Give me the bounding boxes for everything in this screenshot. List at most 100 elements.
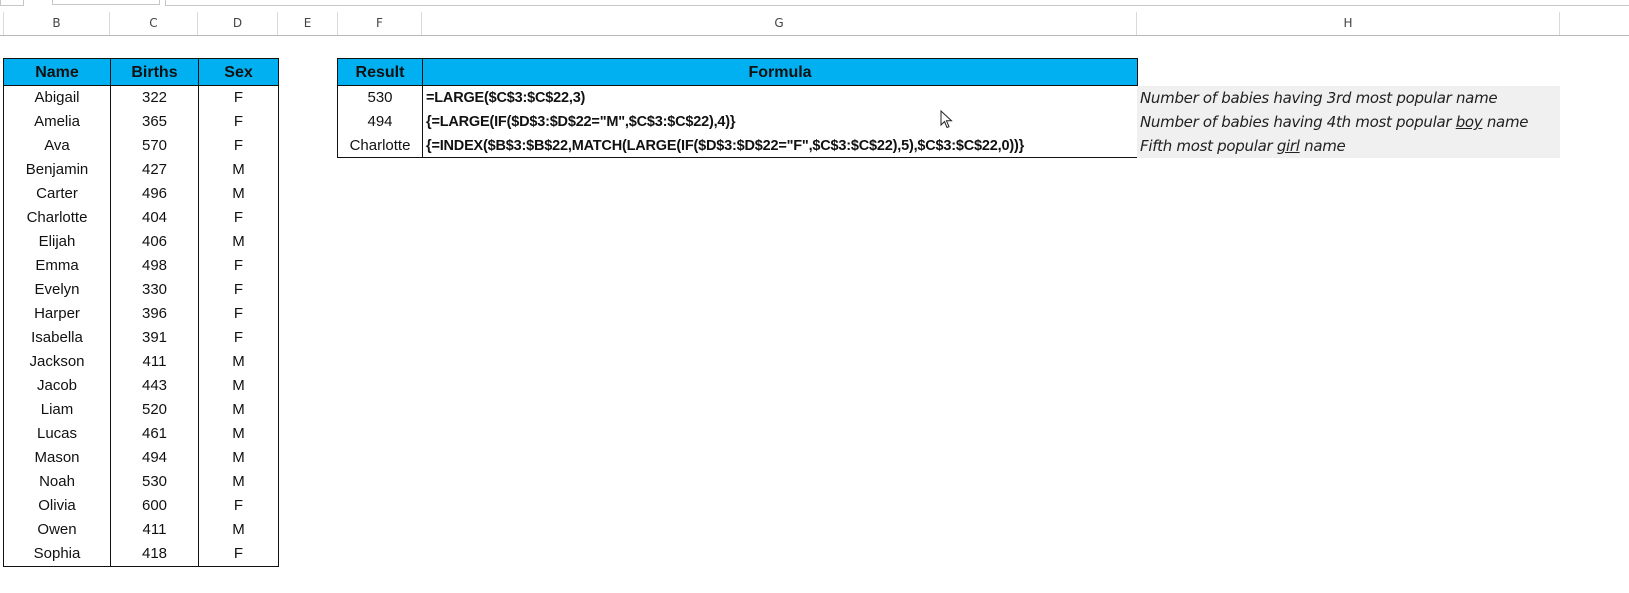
sex-cell[interactable]: M	[199, 158, 278, 182]
formula-buttons[interactable]	[52, 0, 160, 5]
sex-cell[interactable]: M	[199, 182, 278, 206]
description-text: Fifth most popular	[1140, 137, 1277, 155]
name-box[interactable]	[0, 0, 24, 6]
births-cell[interactable]: 427	[111, 158, 198, 182]
name-cell[interactable]: Amelia	[4, 110, 110, 134]
result-cell[interactable]: 494	[338, 110, 422, 134]
mouse-pointer-icon	[940, 110, 953, 129]
sex-cell[interactable]: F	[199, 134, 278, 158]
name-cell[interactable]: Olivia	[4, 494, 110, 518]
description-cell[interactable]: Number of babies having 3rd most popular…	[1137, 86, 1560, 110]
name-cell[interactable]: Jacob	[4, 374, 110, 398]
name-cell[interactable]: Liam	[4, 398, 110, 422]
name-cell[interactable]: Benjamin	[4, 158, 110, 182]
births-cell[interactable]: 396	[111, 302, 198, 326]
sex-cell[interactable]: F	[199, 302, 278, 326]
sex-cell[interactable]: F	[199, 254, 278, 278]
header-sex[interactable]: Sex	[198, 58, 279, 86]
sex-cell[interactable]: M	[199, 470, 278, 494]
births-cell[interactable]: 570	[111, 134, 198, 158]
births-cell[interactable]: 322	[111, 86, 198, 110]
formula-bar[interactable]	[165, 0, 1629, 6]
births-cell[interactable]: 600	[111, 494, 198, 518]
sex-cell[interactable]: M	[199, 446, 278, 470]
name-cell[interactable]: Emma	[4, 254, 110, 278]
sex-cell[interactable]: M	[199, 374, 278, 398]
table-border	[110, 85, 111, 567]
sex-cell[interactable]: F	[199, 326, 278, 350]
births-cell[interactable]: 496	[111, 182, 198, 206]
header-result[interactable]: Result	[337, 58, 423, 86]
births-cell[interactable]: 411	[111, 350, 198, 374]
name-cell[interactable]: Evelyn	[4, 278, 110, 302]
sex-cell[interactable]: F	[199, 206, 278, 230]
sex-cell[interactable]: F	[199, 278, 278, 302]
sex-cell[interactable]: F	[199, 542, 278, 566]
column-header-d[interactable]: D	[198, 12, 278, 35]
births-cell[interactable]: 411	[111, 518, 198, 542]
births-cell[interactable]: 443	[111, 374, 198, 398]
births-cell[interactable]: 494	[111, 446, 198, 470]
description-cell[interactable]: Number of babies having 4th most popular…	[1137, 110, 1560, 134]
name-cell[interactable]: Isabella	[4, 326, 110, 350]
births-cell[interactable]: 498	[111, 254, 198, 278]
table-border	[3, 85, 4, 567]
name-cell[interactable]: Mason	[4, 446, 110, 470]
table-border	[3, 566, 279, 567]
column-header-b[interactable]: B	[4, 12, 110, 35]
description-text: Number of babies having 4th most popular	[1140, 113, 1456, 131]
births-cell[interactable]: 406	[111, 230, 198, 254]
sex-cell[interactable]: M	[199, 398, 278, 422]
sex-cell[interactable]: F	[199, 86, 278, 110]
sex-cell[interactable]: F	[199, 110, 278, 134]
name-cell[interactable]: Charlotte	[4, 206, 110, 230]
sex-cell[interactable]: M	[199, 422, 278, 446]
name-cell[interactable]: Sophia	[4, 542, 110, 566]
name-cell[interactable]: Carter	[4, 182, 110, 206]
header-formula[interactable]: Formula	[422, 58, 1138, 86]
births-cell[interactable]: 418	[111, 542, 198, 566]
name-cell[interactable]: Abigail	[4, 86, 110, 110]
sex-cell[interactable]: M	[199, 350, 278, 374]
formula-cell[interactable]: {=LARGE(IF($D$3:$D$22="M",$C$3:$C$22),4)…	[423, 110, 1137, 134]
column-header-c[interactable]: C	[110, 12, 198, 35]
births-cell[interactable]: 530	[111, 470, 198, 494]
sex-cell[interactable]: M	[199, 518, 278, 542]
column-header-g[interactable]: G	[422, 12, 1137, 35]
column-header-i[interactable]	[1560, 12, 1629, 35]
births-cell[interactable]: 391	[111, 326, 198, 350]
header-name[interactable]: Name	[3, 58, 111, 86]
births-cell[interactable]: 330	[111, 278, 198, 302]
description-text: name	[1482, 113, 1529, 131]
sex-cell[interactable]: M	[199, 230, 278, 254]
description-text: Number of babies having 3rd most popular…	[1140, 89, 1498, 107]
births-cell[interactable]: 404	[111, 206, 198, 230]
description-emphasis: boy	[1455, 113, 1483, 131]
name-cell[interactable]: Lucas	[4, 422, 110, 446]
header-births[interactable]: Births	[110, 58, 199, 86]
table-border	[278, 85, 279, 567]
name-cell[interactable]: Elijah	[4, 230, 110, 254]
births-cell[interactable]: 461	[111, 422, 198, 446]
table-border	[198, 85, 199, 567]
formula-cell[interactable]: =LARGE($C$3:$C$22,3)	[423, 86, 1137, 110]
name-cell[interactable]: Harper	[4, 302, 110, 326]
formula-cell[interactable]: {=INDEX($B$3:$B$22,MATCH(LARGE(IF($D$3:$…	[423, 134, 1137, 158]
column-header-e[interactable]: E	[278, 12, 338, 35]
name-cell[interactable]: Jackson	[4, 350, 110, 374]
name-cell[interactable]: Noah	[4, 470, 110, 494]
table-border	[337, 85, 338, 158]
formula-bar-area	[0, 0, 1629, 8]
sex-cell[interactable]: F	[199, 494, 278, 518]
result-cell[interactable]: 530	[338, 86, 422, 110]
description-emphasis: girl	[1276, 137, 1300, 155]
description-cell[interactable]: Fifth most popular girl name	[1137, 134, 1560, 158]
result-cell[interactable]: Charlotte	[338, 134, 422, 158]
births-cell[interactable]: 520	[111, 398, 198, 422]
name-cell[interactable]: Ava	[4, 134, 110, 158]
births-cell[interactable]: 365	[111, 110, 198, 134]
name-cell[interactable]: Owen	[4, 518, 110, 542]
column-header-h[interactable]: H	[1137, 12, 1560, 35]
description-text: name	[1299, 137, 1346, 155]
column-header-f[interactable]: F	[338, 12, 422, 35]
